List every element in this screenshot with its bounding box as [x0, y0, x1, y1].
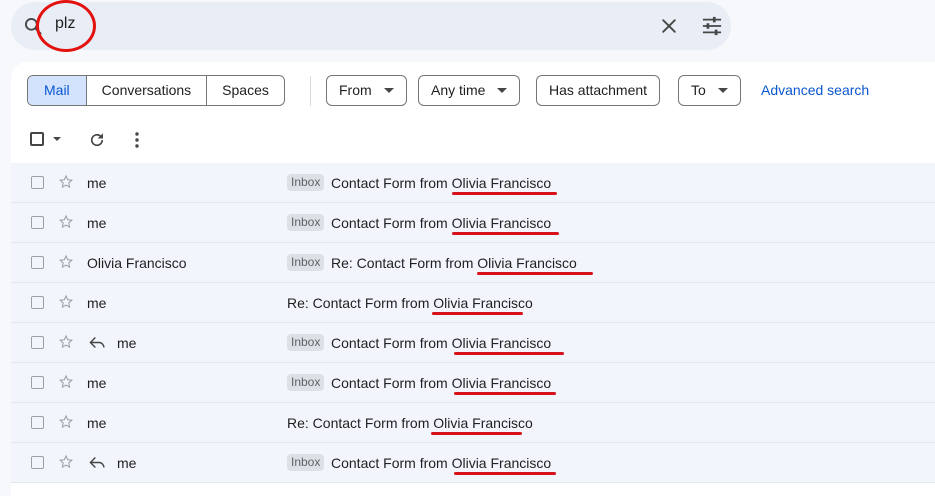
- row-checkbox[interactable]: [31, 296, 44, 309]
- tune-icon[interactable]: [701, 16, 723, 36]
- email-subject: Contact Form from Olivia Francisco: [331, 335, 552, 351]
- row-checkbox[interactable]: [31, 376, 44, 389]
- chip-divider: [310, 76, 311, 106]
- email-row[interactable]: me Inbox Contact Form from Olivia Francisc…: [11, 443, 935, 483]
- segment-conversations[interactable]: Conversations: [85, 76, 207, 105]
- email-sender: Olivia Francisco: [87, 255, 187, 271]
- search-bar[interactable]: plz: [11, 2, 731, 50]
- email-subject: Contact Form from Olivia Francisco: [331, 455, 552, 471]
- star-icon[interactable]: [58, 334, 74, 350]
- inbox-label-badge[interactable]: Inbox: [287, 334, 325, 351]
- row-checkbox[interactable]: [31, 416, 44, 429]
- chevron-down-icon: [717, 87, 728, 93]
- from-filter-label: From: [339, 82, 372, 98]
- email-row[interactable]: me Inbox Contact Form from Olivia Francisc…: [11, 363, 935, 403]
- inbox-label-badge[interactable]: Inbox: [287, 174, 325, 191]
- from-filter-chip[interactable]: From: [326, 75, 407, 106]
- annotation-underline: [454, 352, 564, 355]
- close-icon[interactable]: [659, 16, 679, 36]
- star-icon[interactable]: [58, 254, 74, 270]
- email-subject: Re: Contact Form from Olivia Francisco: [287, 295, 533, 311]
- email-subject: Contact Form from Olivia Francisco: [331, 375, 552, 391]
- search-scope-segments: Mail Conversations Spaces: [27, 75, 285, 106]
- email-row[interactable]: me Inbox Contact Form from Olivia Francisc…: [11, 323, 935, 363]
- email-sender: me: [117, 455, 137, 471]
- advanced-search-link[interactable]: Advanced search: [761, 82, 869, 98]
- annotation-underline: [477, 272, 593, 275]
- row-checkbox[interactable]: [31, 216, 44, 229]
- email-sender: me: [87, 175, 107, 191]
- select-all-checkbox[interactable]: [30, 132, 44, 146]
- email-row[interactable]: Olivia Francisco Inbox Re: Contact Form fr…: [11, 243, 935, 283]
- chevron-down-icon: [383, 87, 394, 93]
- star-icon[interactable]: [58, 214, 74, 230]
- annotation-underline: [452, 232, 559, 235]
- annotation-underline: [452, 192, 557, 195]
- inbox-label-badge[interactable]: Inbox: [287, 374, 325, 391]
- inbox-label-badge[interactable]: Inbox: [287, 454, 325, 471]
- annotation-circle: [36, 0, 96, 52]
- email-subject: Re: Contact Form from Olivia Francisco: [287, 415, 533, 431]
- row-checkbox[interactable]: [31, 256, 44, 269]
- inbox-label-badge[interactable]: Inbox: [287, 214, 325, 231]
- email-row[interactable]: me Inbox Contact Form from Olivia Francisc…: [11, 203, 935, 243]
- star-icon[interactable]: [58, 374, 74, 390]
- reply-icon: [89, 337, 105, 348]
- star-icon[interactable]: [58, 414, 74, 430]
- more-vert-icon[interactable]: [131, 131, 143, 149]
- segment-mail[interactable]: Mail: [28, 76, 86, 105]
- annotation-underline: [454, 392, 556, 395]
- to-filter-label: To: [691, 82, 706, 98]
- annotation-underline: [431, 432, 522, 435]
- inbox-label-badge[interactable]: Inbox: [287, 254, 325, 271]
- row-checkbox[interactable]: [31, 176, 44, 189]
- email-row[interactable]: me Re: Contact Form from Olivia Francisco: [11, 283, 935, 323]
- email-sender: me: [87, 415, 107, 431]
- segment-spaces[interactable]: Spaces: [206, 76, 284, 105]
- row-checkbox[interactable]: [31, 336, 44, 349]
- refresh-icon[interactable]: [88, 131, 106, 149]
- email-sender: me: [87, 375, 107, 391]
- chevron-down-icon[interactable]: [53, 137, 61, 141]
- to-filter-chip[interactable]: To: [678, 75, 741, 106]
- email-sender: me: [87, 295, 107, 311]
- email-row[interactable]: me Inbox Contact Form from Olivia Francisc…: [11, 163, 935, 203]
- email-list: me Inbox Contact Form from Olivia Francisc…: [11, 163, 935, 483]
- time-filter-label: Any time: [431, 82, 486, 98]
- star-icon[interactable]: [58, 174, 74, 190]
- email-sender: me: [87, 215, 107, 231]
- email-subject: Contact Form from Olivia Francisco: [331, 175, 552, 191]
- email-sender: me: [117, 335, 137, 351]
- star-icon[interactable]: [58, 454, 74, 470]
- row-checkbox[interactable]: [31, 456, 44, 469]
- reply-icon: [89, 457, 105, 468]
- chevron-down-icon: [497, 87, 508, 93]
- star-icon[interactable]: [58, 294, 74, 310]
- annotation-underline: [432, 312, 523, 315]
- email-row[interactable]: me Re: Contact Form from Olivia Francisco: [11, 403, 935, 443]
- attachment-filter-label: Has attachment: [549, 82, 648, 98]
- email-subject: Contact Form from Olivia Francisco: [331, 215, 552, 231]
- attachment-filter-chip[interactable]: Has attachment: [536, 75, 661, 106]
- email-subject: Re: Contact Form from Olivia Francisco: [331, 255, 577, 271]
- time-filter-chip[interactable]: Any time: [418, 75, 521, 106]
- annotation-underline: [454, 472, 556, 475]
